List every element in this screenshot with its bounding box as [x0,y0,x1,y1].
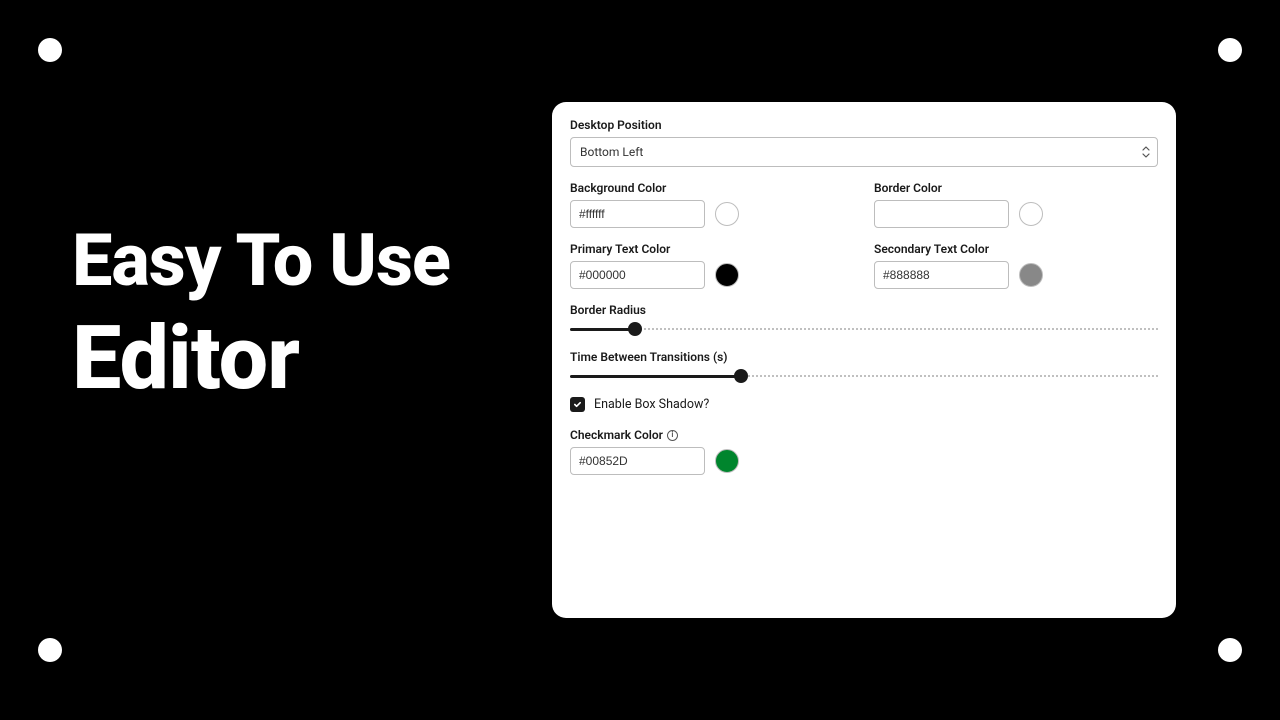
info-icon[interactable]: i [667,430,678,441]
time-between-slider[interactable] [570,369,1158,383]
background-color-label: Background Color [570,181,854,195]
color-row-1: Background Color Border Color [570,181,1158,228]
desktop-position-select[interactable]: Bottom Left [570,137,1158,167]
time-between-group: Time Between Transitions (s) [570,350,1158,383]
enable-shadow-checkbox[interactable] [570,397,585,412]
border-color-swatch[interactable] [1019,202,1043,226]
desktop-position-group: Desktop Position Bottom Left [570,118,1158,167]
color-row-2: Primary Text Color Secondary Text Color [570,242,1158,289]
decor-dot-top-left [38,38,62,62]
enable-shadow-label: Enable Box Shadow? [594,397,709,412]
headline-line-2: Editor [72,315,450,403]
primary-text-color-group: Primary Text Color [570,242,854,289]
border-radius-group: Border Radius [570,303,1158,336]
checkmark-color-label-text: Checkmark Color [570,428,663,442]
secondary-text-color-input[interactable] [874,261,1009,289]
desktop-position-label: Desktop Position [570,118,1158,132]
decor-dot-top-right [1218,38,1242,62]
headline-line-1: Easy To Use [72,225,450,297]
border-color-input[interactable] [874,200,1009,228]
checkmark-color-group: Checkmark Color i [570,428,1158,475]
border-color-group: Border Color [874,181,1158,228]
headline: Easy To Use Editor [72,225,450,403]
primary-text-color-swatch[interactable] [715,263,739,287]
editor-panel: Desktop Position Bottom Left Background … [552,102,1176,618]
select-caret-icon [1142,146,1150,158]
border-radius-slider[interactable] [570,322,1158,336]
decor-dot-bottom-left [38,638,62,662]
check-icon [573,400,582,409]
checkmark-color-label: Checkmark Color i [570,428,1158,442]
background-color-input[interactable] [570,200,705,228]
secondary-text-color-swatch[interactable] [1019,263,1043,287]
secondary-text-color-group: Secondary Text Color [874,242,1158,289]
desktop-position-value: Bottom Left [580,145,643,159]
checkmark-color-swatch[interactable] [715,449,739,473]
enable-shadow-row: Enable Box Shadow? [570,397,1158,412]
decor-dot-bottom-right [1218,638,1242,662]
time-between-label: Time Between Transitions (s) [570,350,1158,364]
checkmark-color-input[interactable] [570,447,705,475]
primary-text-color-label: Primary Text Color [570,242,854,256]
border-color-label: Border Color [874,181,1158,195]
primary-text-color-input[interactable] [570,261,705,289]
background-color-swatch[interactable] [715,202,739,226]
border-radius-label: Border Radius [570,303,1158,317]
background-color-group: Background Color [570,181,854,228]
secondary-text-color-label: Secondary Text Color [874,242,1158,256]
